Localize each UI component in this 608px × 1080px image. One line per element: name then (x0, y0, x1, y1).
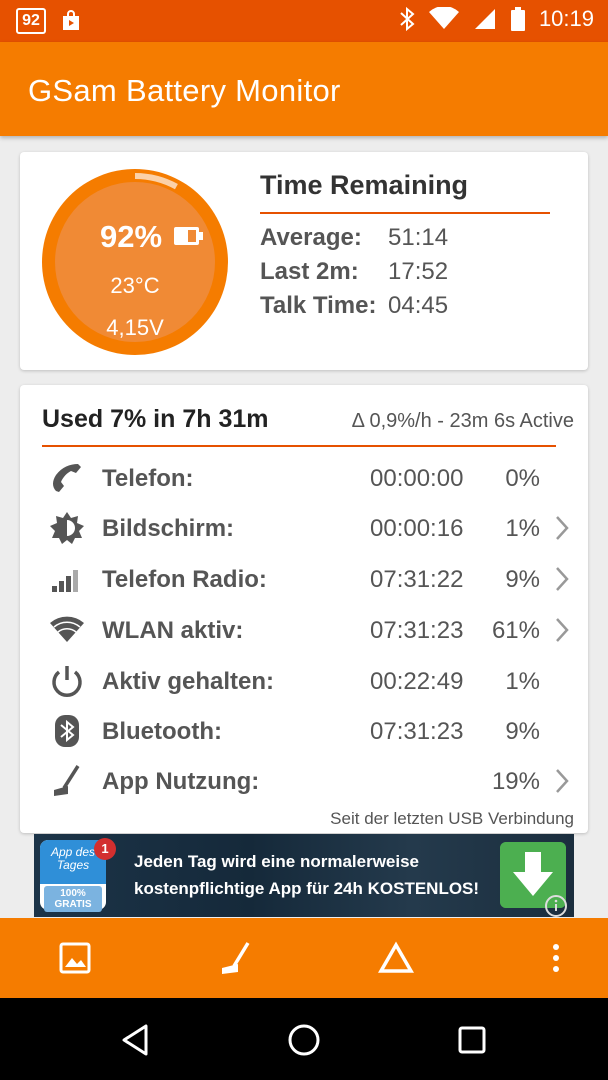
wifi-icon (428, 7, 459, 29)
back-icon[interactable] (116, 1020, 156, 1060)
chevron-right-icon[interactable] (554, 514, 570, 542)
time-remaining-last2m: Last 2m: 17:52 (260, 258, 448, 286)
battery-percent: 92% (100, 219, 163, 254)
usage-percent: 9% (505, 566, 540, 593)
usage-rate: Δ 0,9%/h - 23m 6s Active (351, 410, 574, 432)
row-value: 17:52 (388, 258, 449, 285)
chevron-right-icon[interactable] (554, 767, 570, 795)
usage-footer-note: Seit der letzten USB Verbindung (330, 809, 574, 828)
image-icon[interactable] (57, 940, 93, 976)
battery-summary-card[interactable]: 92% 23°C 4,15V Time Remaining Average: 51… (20, 152, 588, 370)
row-label: Last 2m: (260, 258, 359, 285)
usage-label: Bluetooth: (102, 718, 222, 745)
usage-percent: 61% (491, 617, 540, 644)
divider (42, 445, 556, 447)
brightness-icon (50, 512, 84, 544)
wifi-icon (50, 616, 84, 642)
battery-voltage: 4,15V (106, 315, 164, 340)
chevron-right-icon[interactable] (554, 616, 570, 644)
usage-title: Used 7% in 7h 31m (42, 405, 269, 433)
battery-charging-icon (174, 227, 203, 245)
ad-info-icon[interactable] (544, 894, 568, 917)
ad-line-1: Jeden Tag wird eine normalerweise (134, 852, 420, 871)
usage-row-telefon[interactable]: Telefon: 00:00:00 0% (20, 453, 588, 503)
home-icon[interactable] (284, 1020, 324, 1060)
bottom-toolbar (0, 918, 608, 998)
chevron-right-icon[interactable] (554, 565, 570, 593)
usage-label: Aktiv gehalten: (102, 668, 275, 695)
usage-label: App Nutzung: (102, 768, 260, 795)
usage-time: 00:00:00 (370, 465, 464, 492)
ad-banner[interactable]: App des Tages 100% GRATIS 1 Jeden Tag wi… (34, 834, 574, 917)
usage-row-aktiv-gehalten[interactable]: Aktiv gehalten: 00:22:49 1% (20, 656, 588, 706)
usage-label: Telefon Radio: (102, 566, 267, 593)
phone-icon (53, 464, 81, 492)
usage-row-wlan[interactable]: WLAN aktiv: 07:31:23 61% (20, 605, 588, 655)
delta-icon[interactable] (378, 940, 414, 976)
usage-time: 00:22:49 (370, 668, 464, 695)
broom-icon[interactable] (218, 940, 254, 976)
divider (260, 212, 550, 214)
usage-row-app-nutzung[interactable]: App Nutzung: 19% (20, 756, 588, 806)
row-value: 04:45 (388, 292, 449, 319)
usage-percent: 0% (505, 465, 540, 492)
bluetooth-icon (400, 6, 415, 32)
usage-percent: 1% (505, 668, 540, 695)
overflow-menu-icon[interactable] (538, 940, 574, 976)
usage-percent: 1% (505, 515, 540, 542)
usage-row-telefon-radio[interactable]: Telefon Radio: 07:31:22 9% (20, 554, 588, 604)
usage-time: 00:00:16 (370, 515, 464, 542)
usage-card: Used 7% in 7h 31m Δ 0,9%/h - 23m 6s Acti… (20, 385, 588, 833)
row-value: 51:14 (388, 224, 449, 251)
broom-icon (54, 765, 80, 796)
usage-label: Telefon: (102, 465, 194, 492)
ad-logo-subtext: 100% GRATIS (44, 886, 102, 912)
ad-line-2: kostenpflichtige App für 24h KOSTENLOS! (134, 879, 480, 898)
time-remaining-talk: Talk Time: 04:45 (260, 292, 448, 320)
signal-icon (474, 9, 495, 29)
recents-icon[interactable] (452, 1020, 492, 1060)
usage-percent: 9% (505, 718, 540, 745)
signal-bars-icon (52, 570, 78, 592)
usage-label: Bildschirm: (102, 515, 235, 542)
system-nav-bar (0, 998, 608, 1080)
app-toolbar: GSam Battery Monitor (0, 42, 608, 136)
ad-text: Jeden Tag wird eine normalerweise kosten… (134, 848, 479, 902)
time-remaining-title: Time Remaining (260, 170, 469, 200)
bluetooth-icon (55, 715, 79, 747)
usage-label: WLAN aktiv: (102, 617, 244, 644)
usage-percent: 19% (491, 768, 540, 795)
usage-time: 07:31:22 (370, 566, 464, 593)
usage-row-bluetooth[interactable]: Bluetooth: 07:31:23 9% (20, 706, 588, 756)
time-remaining-average: Average: 51:14 (260, 224, 448, 252)
clock: 10:19 (538, 6, 594, 31)
usage-time: 07:31:23 (370, 718, 464, 745)
ad-notification-badge: 1 (94, 838, 116, 860)
battery-gauge: 92% 23°C 4,15V (42, 169, 228, 355)
status-bar: 92 10:19 (0, 0, 608, 42)
power-icon (52, 666, 82, 697)
battery-temperature: 23°C (110, 273, 160, 298)
battery-icon (510, 7, 525, 31)
shopping-bag-icon (63, 10, 79, 30)
notification-badge-icon: 92 (16, 8, 46, 34)
app-title: GSam Battery Monitor (28, 73, 341, 108)
usage-row-bildschirm[interactable]: Bildschirm: 00:00:16 1% (20, 503, 588, 553)
usage-time: 07:31:23 (370, 617, 464, 644)
row-label: Talk Time: (260, 292, 377, 319)
row-label: Average: (260, 224, 362, 251)
